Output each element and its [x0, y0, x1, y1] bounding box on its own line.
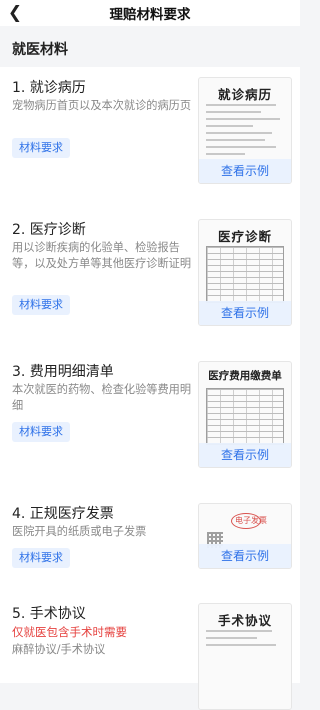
- item-title: 3. 费用明细清单: [12, 364, 114, 380]
- material-item-invoice: 4. 正规医疗发票 医院开具的纸质或电子发票 材料要求 电子发票 查看示例: [0, 493, 300, 593]
- material-item-expense-list: 3. 费用明细清单 本次就医的药物、检查化验等费用明细 材料要求 医疗费用缴费单…: [0, 351, 300, 493]
- section-header: 就医材料: [0, 31, 300, 67]
- view-example-button[interactable]: 查看示例: [199, 159, 291, 183]
- item-title: 1. 就诊病历: [12, 80, 86, 96]
- item-description: 宠物病历首页以及本次就诊的病历页: [12, 99, 192, 112]
- material-item-surgery-agreement: 5. 手术协议 仅就医包含手术时需要 麻醉协议/手术协议 手术协议: [0, 593, 300, 710]
- item-description: 麻醉协议/手术协议: [12, 643, 106, 656]
- view-example-button[interactable]: 查看示例: [199, 443, 291, 467]
- requirements-tag[interactable]: 材料要求: [12, 548, 70, 568]
- section-title: 就医材料: [12, 42, 68, 58]
- nav-bar: ❮ 理赔材料要求: [0, 0, 300, 26]
- thumbnail-title: 电子发票: [235, 516, 267, 525]
- document-table: [206, 246, 284, 303]
- document-lines: [206, 104, 284, 161]
- requirements-tag[interactable]: 材料要求: [12, 295, 70, 315]
- item-title: 2. 医疗诊断: [12, 222, 86, 238]
- document-lines: [206, 630, 284, 687]
- item-description: 本次就医的药物、检查化验等费用明细: [12, 383, 192, 412]
- invoice-header: 电子发票: [209, 513, 281, 529]
- thumbnail-title: 就诊病历: [217, 87, 272, 102]
- item-description: 用以诊断疾病的化验单、检验报告等，以及处方单等其他医疗诊断证明: [12, 241, 192, 270]
- document-table: [206, 388, 284, 445]
- example-thumbnail[interactable]: 医疗费用缴费单 查看示例: [198, 361, 292, 468]
- example-thumbnail[interactable]: 手术协议: [198, 603, 292, 710]
- page-title: 理赔材料要求: [109, 7, 191, 23]
- item-description: 医院开具的纸质或电子发票: [12, 525, 147, 538]
- view-example-button[interactable]: 查看示例: [199, 301, 291, 325]
- item-title: 4. 正规医疗发票: [12, 506, 114, 522]
- thumbnail-title: 医疗费用缴费单: [208, 370, 282, 382]
- item-warning: 仅就医包含手术时需要: [12, 625, 127, 639]
- view-example-button[interactable]: 查看示例: [199, 544, 291, 568]
- requirements-tag[interactable]: 材料要求: [12, 422, 70, 442]
- thumbnail-title: 医疗诊断: [217, 229, 272, 244]
- example-thumbnail[interactable]: 电子发票 查看示例: [198, 503, 292, 569]
- material-item-diagnosis: 2. 医疗诊断 用以诊断疾病的化验单、检验报告等，以及处方单等其他医疗诊断证明 …: [0, 209, 300, 351]
- requirements-tag[interactable]: 材料要求: [12, 138, 70, 158]
- material-item-medical-record: 1. 就诊病历 宠物病历首页以及本次就诊的病历页 材料要求 就诊病历 查看示例: [0, 67, 300, 209]
- thumbnail-title: 手术协议: [217, 613, 272, 628]
- example-thumbnail[interactable]: 就诊病历 查看示例: [198, 77, 292, 184]
- item-title: 5. 手术协议: [12, 606, 86, 622]
- example-thumbnail[interactable]: 医疗诊断 查看示例: [198, 219, 292, 326]
- back-arrow-icon[interactable]: ❮: [6, 4, 24, 22]
- materials-list: 1. 就诊病历 宠物病历首页以及本次就诊的病历页 材料要求 就诊病历 查看示例 …: [0, 67, 300, 710]
